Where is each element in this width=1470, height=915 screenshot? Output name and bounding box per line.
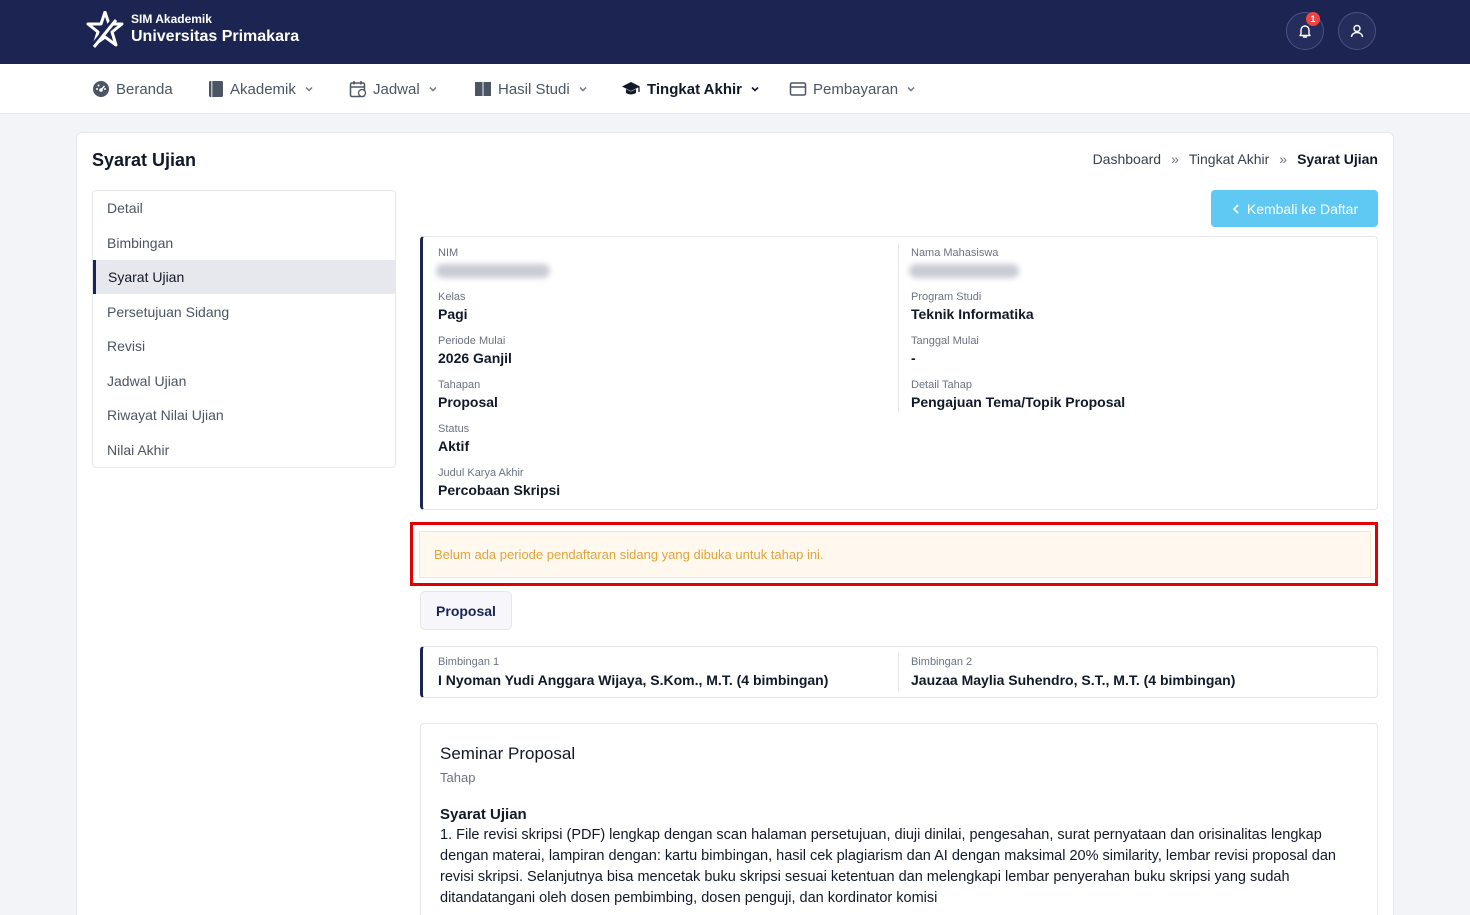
- main-nav: Beranda Akademik Jadwal Hasil Studi Ting…: [0, 64, 1470, 114]
- breadcrumb: Dashboard » Tingkat Akhir » Syarat Ujian: [1093, 151, 1378, 167]
- nav-label: Akademik: [230, 80, 296, 98]
- bimbingan1-label: Bimbingan 1: [438, 656, 500, 668]
- side-item-nilai-akhir[interactable]: Nilai Akhir: [93, 433, 395, 467]
- nama-value-redacted: [909, 264, 1019, 278]
- user-icon: [1350, 24, 1364, 38]
- notification-badge: 1: [1306, 12, 1320, 26]
- prodi-label: Program Studi: [911, 291, 982, 303]
- nav-label: Pembayaran: [813, 80, 899, 98]
- dashboard-icon: [93, 81, 109, 97]
- nav-label: Jadwal: [373, 80, 420, 98]
- judul-value: Percobaan Skripsi: [438, 482, 561, 498]
- graduation-cap-icon: [622, 82, 640, 95]
- student-info-panel: [420, 236, 1378, 510]
- chevron-down-icon: [429, 87, 437, 92]
- top-bar: SIM Akademik Universitas Primakara 1: [0, 0, 1470, 64]
- side-item-revisi[interactable]: Revisi: [93, 329, 395, 363]
- tab-proposal[interactable]: Proposal: [420, 591, 512, 630]
- calendar-icon: [349, 81, 367, 98]
- chevron-down-icon: [579, 87, 587, 92]
- nav-pembayaran[interactable]: Pembayaran: [789, 64, 916, 114]
- status-label: Status: [438, 423, 470, 435]
- chevron-left-icon: [1232, 203, 1239, 214]
- side-menu: Detail Bimbingan Syarat Ujian Persetujua…: [92, 190, 396, 468]
- side-item-detail[interactable]: Detail: [93, 191, 395, 225]
- tanggal-value: -: [911, 350, 916, 366]
- nim-value-redacted: [436, 264, 550, 278]
- chevron-down-icon: [751, 86, 759, 92]
- status-value: Aktif: [438, 438, 470, 454]
- chevron-down-icon: [305, 87, 313, 92]
- breadcrumb-dashboard[interactable]: Dashboard: [1093, 151, 1162, 167]
- nav-jadwal[interactable]: Jadwal: [349, 64, 438, 114]
- detail-tahap-label: Detail Tahap: [911, 379, 972, 391]
- side-item-persetujuan-sidang[interactable]: Persetujuan Sidang: [93, 295, 395, 329]
- nav-label: Tingkat Akhir: [647, 80, 743, 98]
- tahapan-label: Tahapan: [438, 379, 481, 391]
- prodi-value: Teknik Informatika: [911, 306, 1034, 322]
- requirements-title: Syarat Ujian: [440, 806, 527, 823]
- bimbingan1-value: I Nyoman Yudi Anggara Wijaya, S.Kom., M.…: [438, 672, 829, 688]
- brand-subtitle: SIM Akademik: [131, 12, 212, 26]
- breadcrumb-current: Syarat Ujian: [1297, 151, 1378, 167]
- periode-label: Periode Mulai: [438, 335, 506, 347]
- nav-beranda[interactable]: Beranda: [92, 64, 173, 114]
- requirements-text: 1. File revisi skripsi (PDF) lengkap den…: [440, 827, 1336, 906]
- bimbingan2-value: Jauzaa Maylia Suhendro, S.T., M.T. (4 bi…: [911, 672, 1236, 688]
- nav-akademik[interactable]: Akademik: [208, 64, 314, 114]
- judul-label: Judul Karya Akhir: [438, 467, 524, 479]
- periode-value: 2026 Ganjil: [438, 350, 512, 366]
- advisor-divider: [898, 653, 899, 691]
- breadcrumb-separator: »: [1171, 151, 1179, 167]
- nav-label: Beranda: [116, 80, 173, 98]
- info-divider: [898, 244, 899, 412]
- bimbingan2-label: Bimbingan 2: [911, 656, 973, 668]
- book-icon: [209, 81, 223, 97]
- side-item-syarat-ujian[interactable]: Syarat Ujian: [93, 260, 395, 294]
- side-item-bimbingan[interactable]: Bimbingan: [93, 226, 395, 260]
- kelas-label: Kelas: [438, 291, 466, 303]
- back-button-label: Kembali ke Daftar: [1246, 200, 1359, 217]
- kelas-value: Pagi: [438, 306, 468, 322]
- detail-tahap-value: Pengajuan Tema/Topik Proposal: [911, 394, 1126, 410]
- nav-tingkat-akhir[interactable]: Tingkat Akhir: [621, 64, 760, 114]
- chevron-down-icon: [907, 87, 915, 92]
- nim-label: NIM: [438, 247, 459, 259]
- side-item-jadwal-ujian[interactable]: Jadwal Ujian: [93, 364, 395, 398]
- tanggal-label: Tanggal Mulai: [911, 335, 979, 347]
- primakara-logo-icon[interactable]: [86, 11, 124, 49]
- user-menu-button[interactable]: [1338, 12, 1376, 50]
- nav-hasil-studi[interactable]: Hasil Studi: [474, 64, 588, 114]
- open-book-icon: [475, 82, 491, 96]
- page-title: Syarat Ujian: [92, 150, 197, 170]
- tahapan-value: Proposal: [438, 394, 498, 410]
- brand-title[interactable]: Universitas Primakara: [131, 28, 299, 46]
- back-to-list-button[interactable]: Kembali ke Daftar: [1211, 190, 1378, 227]
- breadcrumb-separator: »: [1279, 151, 1288, 167]
- nama-label: Nama Mahasiswa: [911, 247, 999, 259]
- registration-alert: Belum ada periode pendaftaran sidang yan…: [419, 531, 1371, 578]
- side-item-riwayat-nilai-ujian[interactable]: Riwayat Nilai Ujian: [93, 398, 395, 432]
- breadcrumb-tingkat-akhir[interactable]: Tingkat Akhir: [1189, 151, 1269, 167]
- wallet-icon: [789, 82, 807, 96]
- seminar-title: Seminar Proposal: [440, 744, 576, 763]
- seminar-subtitle: Tahap: [440, 770, 476, 785]
- nav-label: Hasil Studi: [498, 80, 570, 98]
